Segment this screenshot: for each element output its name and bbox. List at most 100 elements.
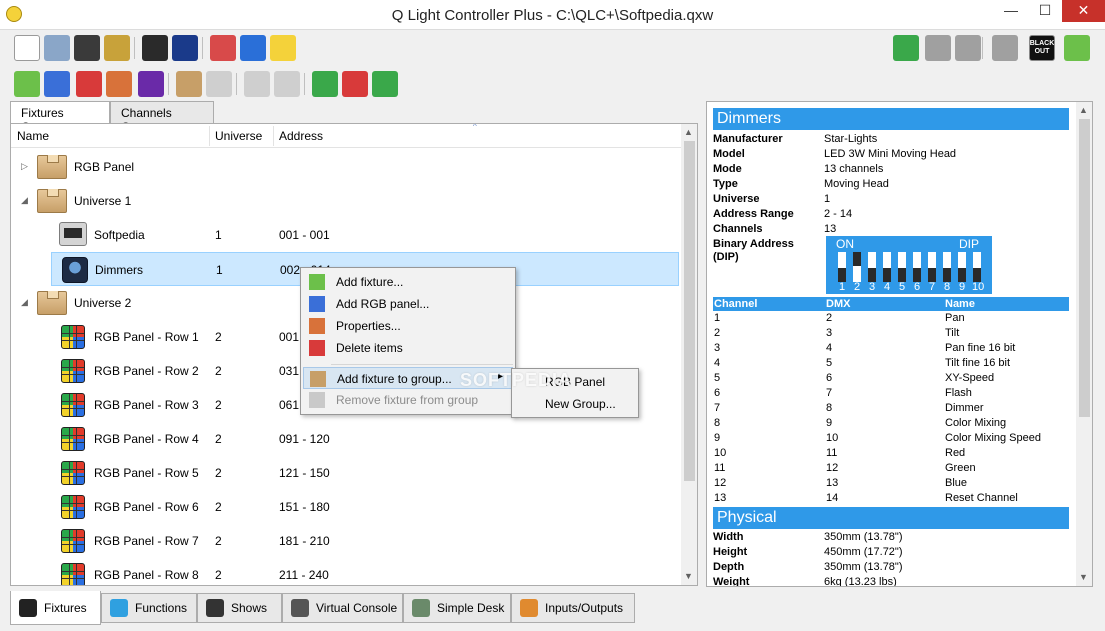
tab-fixture[interactable]: Fixtures bbox=[10, 591, 101, 625]
table-row[interactable]: RGB Panel - Row 4 2 091 - 120 bbox=[11, 422, 681, 456]
fade-config-icon[interactable] bbox=[138, 71, 164, 97]
info-key: Channels bbox=[713, 223, 763, 235]
fader-icon[interactable] bbox=[955, 35, 981, 61]
menu-item-rgb-panel[interactable]: Add RGB panel... bbox=[303, 293, 513, 315]
tab-shows[interactable]: Shows bbox=[197, 593, 282, 623]
table-row[interactable]: RGB Panel - Row 6 2 151 - 180 bbox=[11, 490, 681, 524]
move-down-icon[interactable] bbox=[274, 71, 300, 97]
live-edit-icon[interactable] bbox=[893, 35, 919, 61]
tab-label: Inputs/Outputs bbox=[545, 601, 624, 615]
open-project-icon[interactable] bbox=[44, 35, 70, 61]
virtual-console-icon bbox=[291, 599, 309, 617]
channel-number: 13 bbox=[714, 492, 727, 504]
header-universe[interactable]: Universe bbox=[215, 129, 262, 143]
monitor-icon[interactable] bbox=[142, 35, 168, 61]
fixture-icon bbox=[19, 598, 37, 617]
move-up-icon[interactable] bbox=[244, 71, 270, 97]
mail-icon[interactable] bbox=[210, 35, 236, 61]
header-address[interactable]: Address bbox=[279, 129, 323, 143]
info-scroll-down-icon[interactable]: ▼ bbox=[1079, 572, 1088, 582]
row-address: 151 - 180 bbox=[279, 500, 330, 514]
tree-scrollbar[interactable]: ▲ ▼ bbox=[681, 124, 697, 585]
remove-fixture-icon[interactable] bbox=[76, 71, 102, 97]
physical-key: Width bbox=[713, 531, 744, 543]
properties-icon[interactable] bbox=[106, 71, 132, 97]
expand-arrow-icon[interactable]: ◢ bbox=[21, 195, 28, 206]
channel-number: 2 bbox=[714, 327, 721, 339]
menu-item-tools[interactable]: Properties... bbox=[303, 315, 513, 337]
expand-arrow-icon[interactable]: ◢ bbox=[21, 297, 28, 308]
maximize-button[interactable]: ☐ bbox=[1028, 0, 1062, 22]
remap-icon[interactable] bbox=[372, 71, 398, 97]
channel-number: 9 bbox=[714, 432, 721, 444]
add-rgb-panel-icon[interactable] bbox=[44, 71, 70, 97]
address-tool-icon[interactable] bbox=[172, 35, 198, 61]
close-button[interactable]: ✕ bbox=[1062, 0, 1105, 22]
channel-row: 12 13 Blue bbox=[713, 477, 1069, 492]
info-scroll-up-icon[interactable]: ▲ bbox=[1079, 105, 1088, 115]
info-scrollbar[interactable]: ▲ ▼ bbox=[1076, 102, 1092, 586]
ungroup-icon[interactable] bbox=[206, 71, 232, 97]
table-row[interactable]: Softpedia 1 001 - 001 bbox=[11, 218, 681, 252]
title-bar: Q Light Controller Plus - C:\QLC+\Softpe… bbox=[0, 0, 1105, 30]
channel-dmx: 12 bbox=[826, 462, 839, 474]
scroll-down-icon[interactable]: ▼ bbox=[684, 571, 693, 581]
add-fixture-icon[interactable] bbox=[14, 71, 40, 97]
import-icon[interactable] bbox=[312, 71, 338, 97]
row-name: RGB Panel - Row 5 bbox=[94, 466, 199, 480]
toolbar-separator bbox=[304, 73, 305, 95]
tab-channels-groups[interactable]: Channels Groups bbox=[110, 101, 214, 134]
dip-switch-toggle bbox=[838, 252, 846, 282]
channel-row: 11 12 Green bbox=[713, 462, 1069, 477]
info-scroll-thumb[interactable] bbox=[1079, 119, 1090, 417]
channel-row: 9 10 Color Mixing Speed bbox=[713, 432, 1069, 447]
channel-row: 2 3 Tilt bbox=[713, 327, 1069, 342]
tab-virtual-console[interactable]: Virtual Console bbox=[282, 593, 403, 623]
menu-item-folder-remove[interactable]: Remove fixture from group bbox=[303, 389, 513, 411]
channel-dmx: 7 bbox=[826, 387, 833, 399]
help-icon[interactable] bbox=[240, 35, 266, 61]
row-name: RGB Panel - Row 1 bbox=[94, 330, 199, 344]
info-key: Type bbox=[713, 178, 738, 190]
play-icon[interactable] bbox=[1064, 35, 1090, 61]
tab-functions[interactable]: Functions bbox=[101, 593, 197, 623]
info-value: Star-Lights bbox=[824, 133, 878, 145]
minimize-button[interactable]: — bbox=[994, 0, 1028, 22]
header-name[interactable]: Name bbox=[17, 129, 49, 143]
new-project-icon[interactable] bbox=[14, 35, 40, 61]
table-row[interactable]: RGB Panel - Row 5 2 121 - 150 bbox=[11, 456, 681, 490]
export-icon[interactable] bbox=[342, 71, 368, 97]
menu-item-minus[interactable]: Delete items bbox=[303, 337, 513, 359]
rgb-panel-icon bbox=[61, 495, 85, 519]
expand-arrow-icon[interactable]: ▷ bbox=[21, 161, 28, 172]
row-name: Universe 2 bbox=[74, 296, 132, 310]
scroll-thumb[interactable] bbox=[684, 141, 695, 481]
tab-inputs-outputs[interactable]: Inputs/Outputs bbox=[511, 593, 635, 623]
submenu-item[interactable]: New Group... bbox=[545, 397, 616, 411]
table-row[interactable]: RGB Panel - Row 7 2 181 - 210 bbox=[11, 524, 681, 558]
stop-icon[interactable] bbox=[992, 35, 1018, 61]
channel-number: 12 bbox=[714, 477, 727, 489]
tree-group-row[interactable]: ▷ RGB Panel bbox=[11, 150, 681, 184]
info-key: Manufacturer bbox=[713, 133, 783, 145]
tab-simple-desk[interactable]: Simple Desk bbox=[403, 593, 511, 623]
save-icon[interactable] bbox=[74, 35, 100, 61]
channel-dmx: 11 bbox=[826, 447, 838, 459]
panic-icon[interactable] bbox=[925, 35, 951, 61]
about-icon[interactable] bbox=[270, 35, 296, 61]
dip-switch-knob bbox=[943, 268, 951, 282]
window-title: Q Light Controller Plus - C:\QLC+\Softpe… bbox=[391, 7, 714, 24]
rgb-panel-icon bbox=[61, 461, 85, 485]
blackout-icon[interactable]: BLACK OUT bbox=[1029, 35, 1055, 61]
channel-header-dmx: DMX bbox=[826, 298, 851, 310]
tree-group-row[interactable]: ◢ Universe 1 bbox=[11, 184, 681, 218]
info-value: 2 - 14 bbox=[824, 208, 853, 220]
table-row[interactable]: RGB Panel - Row 8 2 211 - 240 bbox=[11, 558, 681, 585]
group-icon[interactable] bbox=[176, 71, 202, 97]
menu-item-plus[interactable]: Add fixture... bbox=[303, 271, 513, 293]
tab-fixtures-groups[interactable]: Fixtures Groups bbox=[10, 101, 110, 134]
scroll-up-icon[interactable]: ▲ bbox=[684, 127, 693, 137]
save-as-icon[interactable] bbox=[104, 35, 130, 61]
plus-icon bbox=[309, 274, 325, 290]
dip-number: 1 bbox=[838, 281, 846, 293]
